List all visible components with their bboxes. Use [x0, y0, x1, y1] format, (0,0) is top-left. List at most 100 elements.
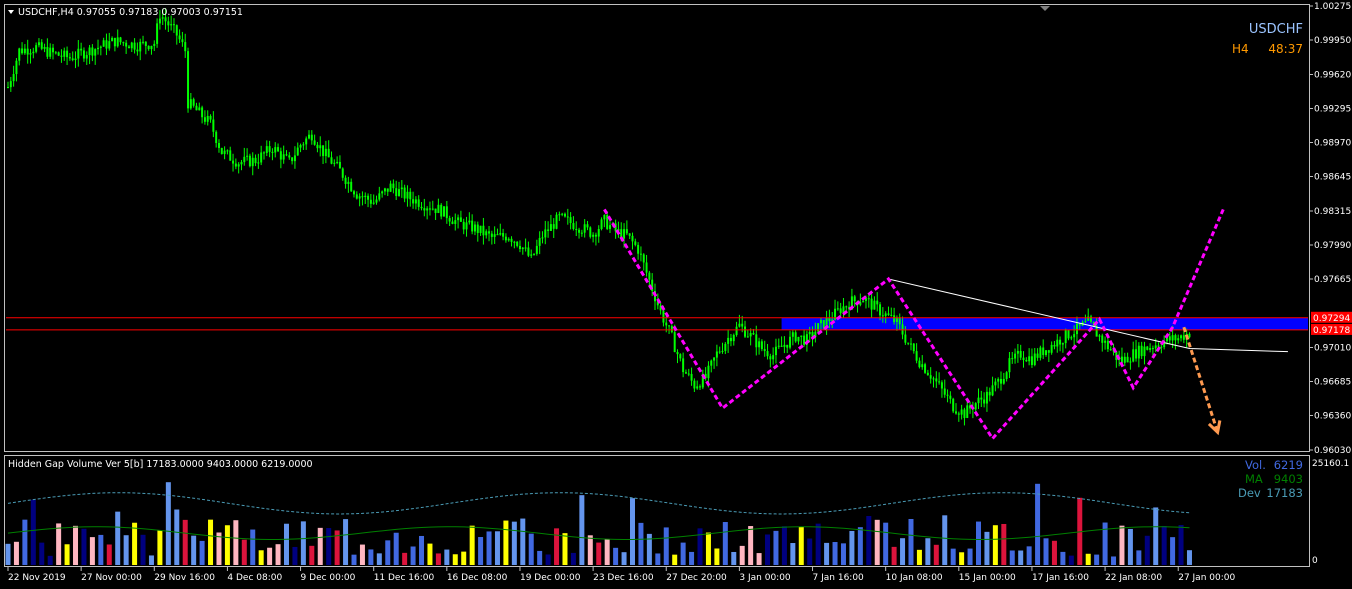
candle-body	[1070, 337, 1073, 339]
volume-bar	[798, 526, 804, 565]
candle-body	[209, 115, 212, 120]
volume-bar	[13, 541, 19, 565]
x-tick-label: 10 Jan 08:00	[886, 573, 943, 583]
volume-bar	[199, 540, 205, 565]
volume-bar	[1127, 528, 1133, 565]
candle-body	[887, 313, 890, 315]
ma-label: MA	[1245, 472, 1263, 486]
candle-body	[943, 388, 946, 395]
volume-bar	[283, 523, 289, 565]
candle-body	[364, 195, 367, 198]
candle-body	[499, 233, 502, 235]
chart-menu-icon[interactable]	[8, 10, 14, 14]
candle-body	[1067, 330, 1070, 339]
candle-body	[389, 183, 392, 192]
volume-bar	[165, 482, 171, 565]
volume-bar	[1136, 550, 1142, 565]
candle-body	[15, 60, 18, 75]
candle-body	[510, 238, 513, 242]
volume-bar	[933, 544, 939, 565]
candle-body	[538, 237, 541, 246]
candle-body	[383, 188, 386, 192]
candle-body	[279, 151, 282, 160]
candle-body	[482, 225, 485, 236]
candle-body	[783, 344, 786, 347]
candle-body	[459, 217, 462, 222]
candle-body	[952, 398, 955, 412]
candle-body	[313, 140, 316, 145]
volume-bar	[705, 532, 711, 565]
volume-bar	[1060, 551, 1066, 565]
candle-body	[921, 364, 924, 368]
volume-bar	[562, 533, 568, 565]
forecast-arrow[interactable]	[1182, 326, 1220, 433]
candle-body	[488, 231, 491, 234]
candle-body	[600, 219, 603, 230]
candle-body	[1106, 340, 1109, 350]
candle-body	[1073, 334, 1076, 338]
candle-body	[153, 43, 156, 46]
volume-bar	[376, 553, 382, 565]
candle-body	[1014, 353, 1017, 359]
candle-body	[445, 206, 448, 219]
candle-body	[597, 229, 600, 237]
candle-body	[229, 150, 232, 161]
volume-bar	[815, 523, 821, 565]
candle-body	[867, 298, 870, 300]
candle-body	[268, 146, 271, 152]
candle-body	[521, 247, 524, 250]
candle-body	[623, 229, 626, 239]
volume-bar	[976, 521, 981, 565]
candle-body	[696, 386, 699, 389]
candle-body	[836, 308, 839, 310]
candle-body	[580, 232, 583, 234]
y-tick-label: 0.98970	[1314, 138, 1351, 148]
candle-body	[932, 378, 935, 380]
y-tick-label: 0.96360	[1314, 411, 1351, 421]
candle-body	[1101, 335, 1104, 343]
candle-body	[991, 385, 994, 396]
candle-body	[465, 222, 468, 230]
volume-bar	[638, 522, 644, 565]
candle-body	[189, 99, 192, 109]
candle-body	[122, 42, 125, 44]
volume-bar	[410, 546, 416, 565]
volume-bar	[613, 547, 619, 565]
candle-body	[533, 253, 536, 255]
y-tick-label: 0.97990	[1314, 241, 1351, 251]
candle-body	[302, 144, 305, 146]
candle-body	[642, 254, 645, 263]
candle-body	[983, 399, 986, 404]
candle-body	[68, 57, 71, 59]
volume-bar	[790, 543, 796, 565]
candle-body	[516, 241, 519, 246]
price-chart[interactable]: 1.00275 0.99950 0.99620 0.99295 0.98970 0.986…	[0, 0, 1352, 589]
candle-body	[631, 235, 634, 242]
candle-body	[988, 391, 991, 396]
candle-body	[1143, 346, 1146, 357]
volume-bar	[722, 522, 728, 565]
candle-body	[192, 99, 195, 106]
candle-body	[282, 154, 285, 160]
volume-bar	[427, 543, 433, 565]
volume-bar	[528, 533, 534, 565]
candle-body	[248, 155, 251, 167]
candle-body	[97, 47, 100, 50]
candle-body	[535, 245, 538, 254]
candle-body	[113, 37, 116, 47]
candle-body	[1149, 348, 1152, 350]
candle-body	[819, 320, 822, 324]
candle-body	[1151, 348, 1154, 350]
candle-body	[870, 298, 873, 310]
candle-body	[957, 413, 960, 415]
candle-body	[763, 349, 766, 352]
volume-bar	[866, 516, 872, 565]
candle-body	[254, 157, 257, 164]
volume-bar	[419, 535, 425, 565]
candle-body	[395, 188, 398, 196]
volume-bar	[807, 538, 813, 565]
candle-body	[158, 18, 161, 24]
candle-body	[333, 162, 336, 164]
candle-body	[504, 236, 507, 241]
candle-body	[699, 386, 702, 388]
